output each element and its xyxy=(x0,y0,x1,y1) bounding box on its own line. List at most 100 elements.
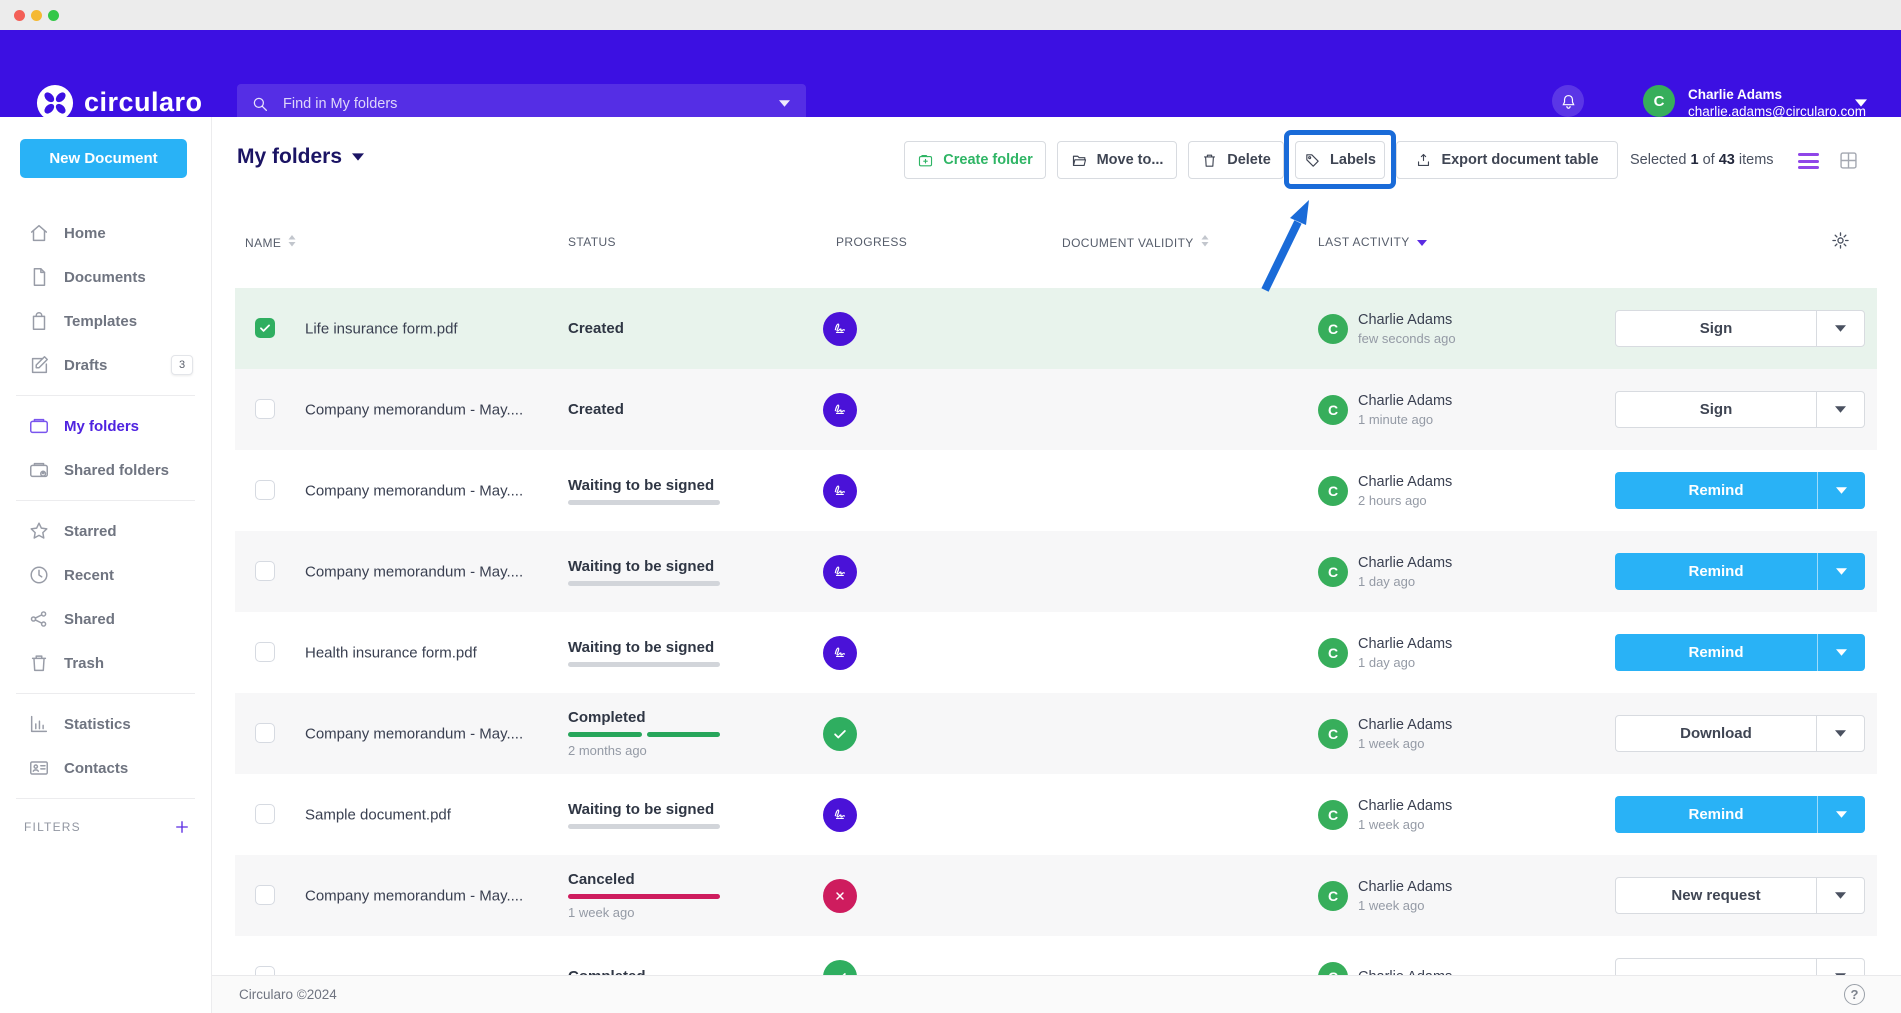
column-header-last-activity[interactable]: LAST ACTIVITY xyxy=(1318,235,1427,249)
activity-user-name: Charlie Adams xyxy=(1358,717,1452,733)
export-document-table-button[interactable]: Export document table xyxy=(1396,141,1618,179)
status-block: Canceled1 week ago xyxy=(568,855,738,936)
row-checkbox[interactable] xyxy=(255,318,275,338)
user-menu-caret-icon[interactable] xyxy=(1855,99,1867,107)
search-box[interactable] xyxy=(237,84,806,123)
sidebar-item-home[interactable]: Home xyxy=(0,211,211,255)
notifications-button[interactable] xyxy=(1552,85,1584,117)
move-to-button[interactable]: Move to... xyxy=(1057,141,1177,179)
sidebar-item-documents[interactable]: Documents xyxy=(0,255,211,299)
action-dropdown-caret[interactable] xyxy=(1816,392,1864,427)
home-icon xyxy=(28,222,50,244)
sidebar-item-templates[interactable]: Templates xyxy=(0,299,211,343)
action-dropdown-caret[interactable] xyxy=(1816,716,1864,751)
column-header-name[interactable]: NAME xyxy=(245,235,296,250)
activity-avatar: C xyxy=(1318,881,1348,911)
new-request-button[interactable]: New request xyxy=(1615,877,1865,914)
sidebar-divider xyxy=(16,693,195,694)
sidebar-item-my-folders[interactable]: My folders xyxy=(0,404,211,448)
document-name: Company memorandum - May.... xyxy=(305,482,523,499)
action-dropdown-caret[interactable] xyxy=(1817,796,1865,833)
row-checkbox[interactable] xyxy=(255,966,275,976)
action-dropdown-caret[interactable] xyxy=(1816,878,1864,913)
download-button[interactable]: Download xyxy=(1615,715,1865,752)
table-row: Company memorandum - May....Waiting to b… xyxy=(235,531,1877,612)
list-view-toggle[interactable] xyxy=(1798,153,1819,173)
sidebar-item-starred[interactable]: Starred xyxy=(0,509,211,553)
page-title-dropdown[interactable]: My folders xyxy=(237,145,364,169)
status-text: Waiting to be signed xyxy=(568,801,738,818)
create-folder-button[interactable]: Create folder xyxy=(904,141,1046,179)
star-icon xyxy=(28,520,50,542)
table-row: CompletedCCharlie Adams xyxy=(235,936,1877,975)
sidebar-item-shared[interactable]: Shared xyxy=(0,597,211,641)
column-header-status[interactable]: STATUS xyxy=(568,235,616,249)
table-row: Company memorandum - May....CreatedCChar… xyxy=(235,369,1877,450)
grid-view-toggle[interactable] xyxy=(1838,150,1859,171)
maximize-window-button[interactable] xyxy=(48,10,59,21)
row-action-button[interactable] xyxy=(1615,958,1865,975)
remind-button[interactable]: Remind xyxy=(1615,634,1865,671)
sidebar-item-label: Shared folders xyxy=(64,462,169,479)
last-activity: Charlie Adamsfew seconds ago xyxy=(1358,312,1456,346)
row-checkbox[interactable] xyxy=(255,642,275,662)
close-window-button[interactable] xyxy=(14,10,25,21)
column-header-document-validity[interactable]: DOCUMENT VALIDITY xyxy=(1062,235,1209,250)
macos-titlebar xyxy=(0,0,1901,30)
help-button[interactable]: ? xyxy=(1844,984,1865,1005)
table-row: Sample document.pdf Waiting to be signed C… xyxy=(235,774,1877,855)
action-dropdown-caret[interactable] xyxy=(1817,472,1865,509)
sidebar-item-trash[interactable]: Trash xyxy=(0,641,211,685)
action-dropdown-caret[interactable] xyxy=(1817,634,1865,671)
search-input[interactable] xyxy=(281,95,779,113)
stats-icon xyxy=(28,713,50,735)
row-checkbox[interactable] xyxy=(255,561,275,581)
activity-user-name: Charlie Adams xyxy=(1358,555,1452,571)
sidebar-item-recent[interactable]: Recent xyxy=(0,553,211,597)
delete-button[interactable]: Delete xyxy=(1188,141,1284,179)
status-time: 2 months ago xyxy=(568,743,738,758)
row-checkbox[interactable] xyxy=(255,804,275,824)
last-activity: Charlie Adams1 week ago xyxy=(1358,879,1452,913)
table-settings-gear-icon[interactable] xyxy=(1831,231,1850,250)
share-icon xyxy=(28,608,50,630)
sidebar-divider xyxy=(16,395,195,396)
sidebar-item-contacts[interactable]: Contacts xyxy=(0,746,211,790)
action-dropdown-caret[interactable] xyxy=(1816,311,1864,346)
action-dropdown-caret[interactable] xyxy=(1817,553,1865,590)
sidebar-item-label: Documents xyxy=(64,269,146,286)
row-checkbox[interactable] xyxy=(255,399,275,419)
sidebar-item-drafts[interactable]: Drafts3 xyxy=(0,343,211,387)
remind-button[interactable]: Remind xyxy=(1615,796,1865,833)
row-checkbox[interactable] xyxy=(255,885,275,905)
table-row: Company memorandum - May....Completed2 m… xyxy=(235,693,1877,774)
user-avatar[interactable]: C xyxy=(1643,85,1675,117)
chevron-down-icon xyxy=(352,153,364,161)
signature-progress-icon xyxy=(823,312,857,346)
remind-button[interactable]: Remind xyxy=(1615,472,1865,509)
labels-button[interactable]: Labels xyxy=(1295,141,1385,179)
footer: Circularo ©2024 ? xyxy=(212,975,1901,1013)
sidebar-item-shared-folders[interactable]: Shared folders xyxy=(0,448,211,492)
row-checkbox[interactable] xyxy=(255,480,275,500)
search-icon xyxy=(251,95,269,113)
user-email: charlie.adams@circularo.com xyxy=(1688,104,1866,119)
column-header-progress[interactable]: PROGRESS xyxy=(836,235,907,249)
activity-user-name: Charlie Adams xyxy=(1358,798,1452,814)
add-filter-button[interactable] xyxy=(173,818,191,836)
table-header: NAME STATUS PROGRESS DOCUMENT VALIDITY LAST … xyxy=(235,227,1877,259)
sidebar-item-statistics[interactable]: Statistics xyxy=(0,702,211,746)
new-document-button[interactable]: New Document xyxy=(20,139,187,178)
sign-button[interactable]: Sign xyxy=(1615,391,1865,428)
sign-button[interactable]: Sign xyxy=(1615,310,1865,347)
tag-icon xyxy=(1304,152,1321,169)
row-checkbox[interactable] xyxy=(255,723,275,743)
activity-avatar: C xyxy=(1318,557,1348,587)
minimize-window-button[interactable] xyxy=(31,10,42,21)
contacts-icon xyxy=(28,757,50,779)
remind-button[interactable]: Remind xyxy=(1615,553,1865,590)
action-dropdown-caret[interactable] xyxy=(1816,959,1864,975)
search-scope-caret-icon[interactable] xyxy=(779,100,790,107)
filters-label: FILTERS xyxy=(24,820,81,834)
document-name: Sample document.pdf xyxy=(305,806,451,823)
